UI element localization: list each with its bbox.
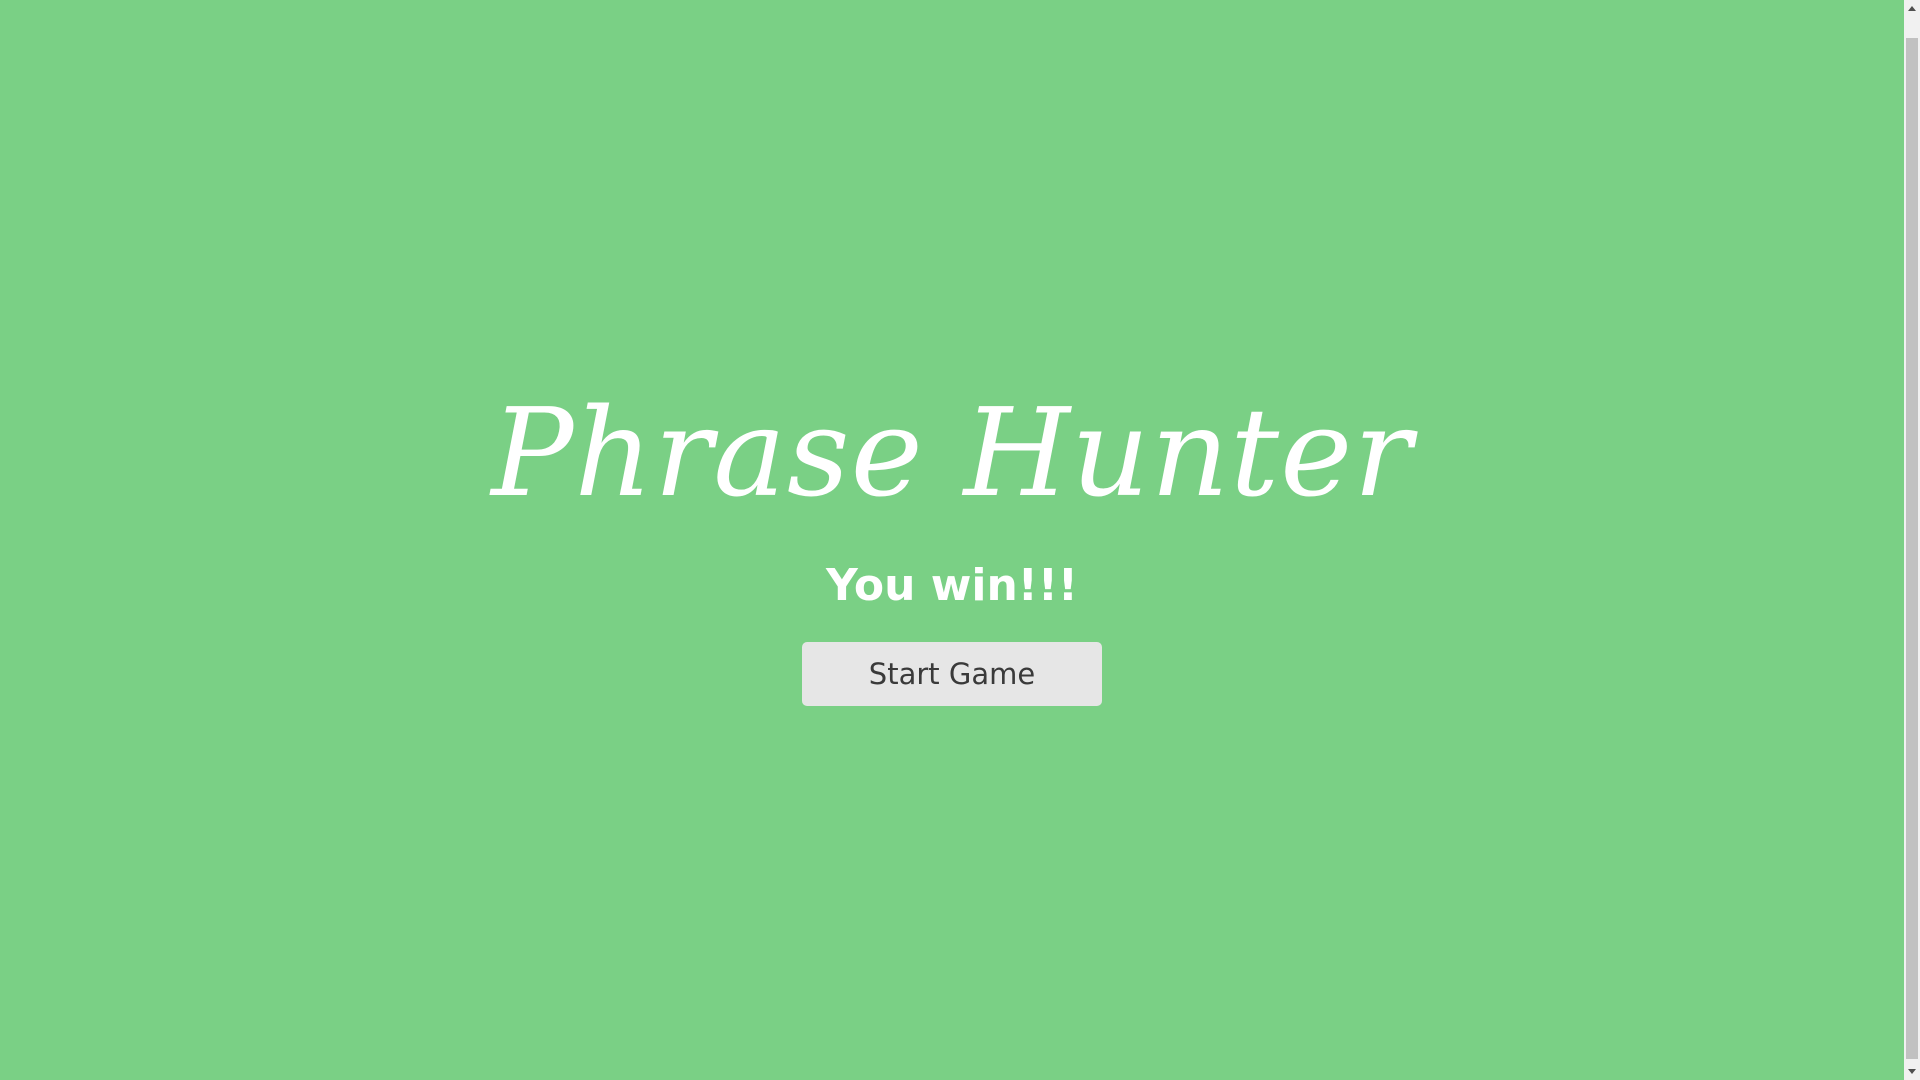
scrollbar-thumb[interactable] <box>1906 38 1918 1059</box>
win-overlay: Phrase Hunter You win!!! Start Game <box>0 0 1904 1080</box>
game-title: Phrase Hunter <box>491 382 1413 524</box>
scroll-up-arrow-icon[interactable] <box>1904 0 1920 17</box>
vertical-scrollbar[interactable] <box>1904 0 1920 1080</box>
start-game-button[interactable]: Start Game <box>802 642 1102 706</box>
scroll-down-arrow-icon[interactable] <box>1904 1063 1920 1080</box>
game-over-message: You win!!! <box>826 560 1078 611</box>
game-viewport: Phrase Hunter You win!!! Start Game <box>0 0 1904 1080</box>
